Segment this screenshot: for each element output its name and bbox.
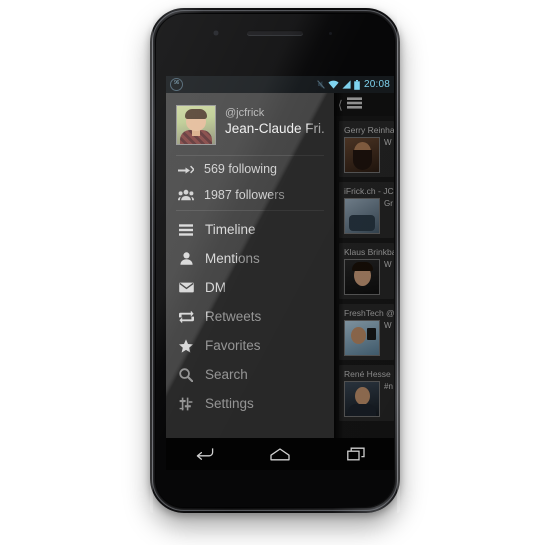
timeline-list-icon	[178, 223, 194, 236]
mute-icon	[317, 80, 325, 89]
tweet-text: W	[384, 321, 392, 330]
clock-time: 20:08	[363, 79, 390, 90]
phone-screen: 96 20:08 @jcfrick Jean-Claude Fri.. 569 …	[166, 76, 394, 438]
retweets-arrows-icon	[178, 310, 194, 323]
tweet-author: Klaus Brinkba	[344, 247, 394, 257]
search-magnifier-icon	[178, 367, 194, 382]
phone-left-edge-highlight	[150, 8, 153, 513]
tweet-item[interactable]: FreshTech @ W	[339, 304, 394, 360]
menu-item-label: Settings	[205, 396, 254, 411]
menu-item-label: Timeline	[205, 222, 256, 237]
tweet-item[interactable]: René Hesse #n	[339, 365, 394, 421]
phone-right-edge-highlight	[397, 8, 400, 513]
menu-item-search[interactable]: Search	[166, 360, 334, 389]
proximity-sensor-icon	[329, 32, 332, 35]
menu-item-label: DM	[205, 280, 226, 295]
profile-name: Jean-Claude Fri..	[225, 121, 326, 136]
app-content: @jcfrick Jean-Claude Fri.. 569 following…	[166, 93, 394, 438]
favorites-star-icon	[178, 338, 194, 353]
tweet-text: Gr	[384, 199, 393, 208]
recents-icon[interactable]	[339, 443, 373, 465]
menu-item-label: Favorites	[205, 338, 261, 353]
wifi-icon	[328, 80, 339, 89]
menu-item-label: Search	[205, 367, 248, 382]
menu-item-retweets[interactable]: Retweets	[166, 302, 334, 331]
tweet-author: FreshTech @	[344, 308, 394, 318]
tweet-item[interactable]: Gerry Reinha W	[339, 121, 394, 177]
stat-followers[interactable]: 1987 followers	[166, 182, 334, 208]
tweet-item[interactable]: iFrick.ch - JC Gr	[339, 182, 394, 238]
back-icon[interactable]	[187, 443, 221, 465]
navigation-drawer: @jcfrick Jean-Claude Fri.. 569 following…	[166, 93, 334, 438]
stat-followers-label: 1987 followers	[204, 188, 285, 202]
earpiece-speaker	[247, 30, 303, 35]
tweet-text: W	[384, 138, 392, 147]
menu-item-dm[interactable]: DM	[166, 273, 334, 302]
profile-handle: @jcfrick	[225, 107, 265, 119]
tweet-avatar[interactable]	[344, 320, 380, 356]
status-bar-left: 96	[170, 78, 183, 91]
stat-following[interactable]: 569 following	[166, 156, 334, 182]
status-bar-right: 20:08	[317, 79, 390, 90]
settings-sliders-icon	[178, 397, 194, 411]
tweet-author: Gerry Reinha	[344, 125, 394, 135]
tweet-author: René Hesse	[344, 369, 391, 379]
chevron-left-icon[interactable]: ⟨	[338, 99, 343, 111]
tweet-item[interactable]: Klaus Brinkba W	[339, 243, 394, 299]
tweet-text: #n	[384, 382, 393, 391]
menu-item-mentions[interactable]: Mentions	[166, 244, 334, 273]
home-icon[interactable]	[263, 443, 297, 465]
tweet-list-pane[interactable]: ⟨ Gerry Reinha W iFrick.ch - JC Gr Klaus…	[334, 93, 394, 438]
tweet-avatar[interactable]	[344, 198, 380, 234]
system-navigation-bar	[166, 438, 394, 470]
screenshot-stage: 96 20:08 @jcfrick Jean-Claude Fri.. 569 …	[0, 0, 550, 545]
signal-icon	[342, 80, 351, 89]
drawer-menu: Timeline Mentions DM Retweets Favorites …	[166, 211, 334, 418]
dm-envelope-icon	[178, 282, 194, 293]
phone-front-face: 96 20:08 @jcfrick Jean-Claude Fri.. 569 …	[156, 14, 394, 507]
menu-item-label: Mentions	[205, 251, 260, 266]
battery-icon	[354, 79, 360, 90]
phone-device: 96 20:08 @jcfrick Jean-Claude Fri.. 569 …	[150, 8, 400, 513]
menu-item-label: Retweets	[205, 309, 262, 324]
menu-item-timeline[interactable]: Timeline	[166, 215, 334, 244]
tweet-author: iFrick.ch - JC	[344, 186, 394, 196]
stat-following-label: 569 following	[204, 162, 277, 176]
mentions-person-icon	[178, 252, 194, 265]
tweet-text: W	[384, 260, 392, 269]
profile-avatar[interactable]	[176, 105, 216, 145]
followers-people-icon	[178, 189, 194, 201]
tweet-avatar[interactable]	[344, 381, 380, 417]
hamburger-menu-icon[interactable]	[346, 96, 362, 114]
list-action-bar: ⟨	[334, 93, 394, 116]
menu-item-favorites[interactable]: Favorites	[166, 331, 334, 360]
following-arrow-icon	[178, 163, 194, 175]
front-camera-icon	[214, 31, 218, 35]
menu-item-settings[interactable]: Settings	[166, 389, 334, 418]
tweet-avatar[interactable]	[344, 137, 380, 173]
tweet-avatar[interactable]	[344, 259, 380, 295]
profile-header[interactable]: @jcfrick Jean-Claude Fri..	[166, 99, 334, 153]
notification-count-badge: 96	[170, 78, 183, 91]
status-bar: 96 20:08	[166, 76, 394, 93]
